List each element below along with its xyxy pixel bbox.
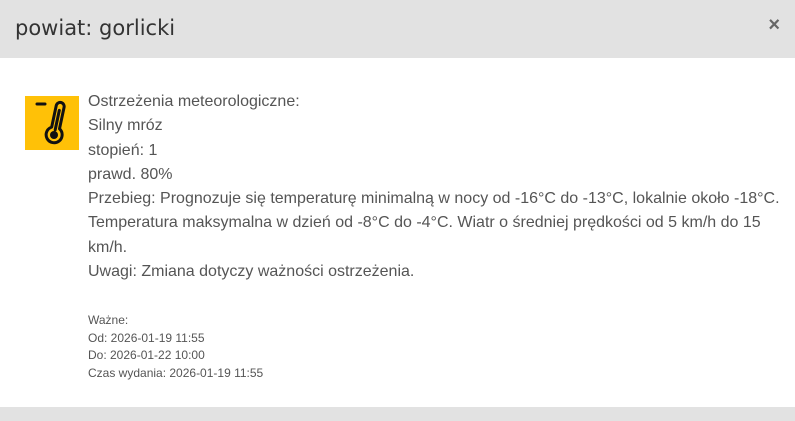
warning-course-line3: km/h. <box>88 238 128 256</box>
modal-header: powiat: gorlicki × <box>0 0 795 58</box>
thermometer-cold-icon <box>25 96 79 150</box>
issue-time: Czas wydania: 2026-01-19 11:55 <box>88 365 264 380</box>
warning-remarks: Uwagi: Zmiana dotyczy ważności ostrzeżen… <box>88 263 415 281</box>
warning-name: Silny mróz <box>88 117 163 135</box>
validity-info: Ważne: Od: 2026-01-19 11:55 Do: 2026-01-… <box>88 312 263 382</box>
validity-label: Ważne: <box>88 313 129 327</box>
warning-content: Ostrzeżenia meteorologiczne: Silny mróz … <box>88 90 788 284</box>
warning-modal: powiat: gorlicki × Ostrzeżenia meteorolo… <box>0 0 795 421</box>
validity-from: Od: 2026-01-19 11:55 <box>88 330 205 345</box>
warning-course-line1: Przebieg: Prognozuje się temperaturę min… <box>88 190 780 208</box>
validity-to: Do: 2026-01-22 10:00 <box>88 348 205 362</box>
warning-heading: Ostrzeżenia meteorologiczne: <box>88 93 300 110</box>
warning-degree: stopień: 1 <box>88 141 158 159</box>
warning-course-line2: Temperatura maksymalna w dzień od -8°C d… <box>88 214 761 232</box>
modal-title: powiat: gorlicki <box>15 16 176 40</box>
warning-probability: prawd. 80% <box>88 165 173 183</box>
modal-footer <box>0 407 795 421</box>
close-button[interactable]: × <box>768 13 780 37</box>
